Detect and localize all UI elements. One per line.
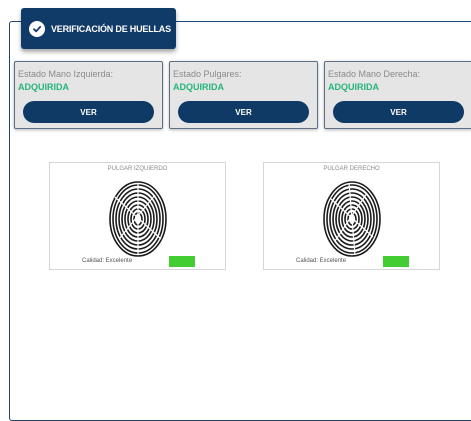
quality-label: Calidad: Excelente	[82, 258, 133, 264]
fingerprint-image	[323, 181, 381, 257]
view-right-hand-button[interactable]: VER	[333, 101, 464, 123]
status-value: ADQUIRIDA	[173, 82, 224, 92]
status-card-thumbs: Estado Pulgares: ADQUIRIDA VER	[169, 61, 318, 129]
status-value: ADQUIRIDA	[328, 82, 379, 92]
quality-indicator-bar	[169, 256, 195, 267]
panel-header-tab: VERIFICACIÓN DE HUELLAS	[21, 8, 176, 49]
status-card-left-hand: Estado Mano Izquierda: ADQUIRIDA VER	[14, 61, 163, 129]
status-label: Estado Pulgares:	[173, 69, 242, 79]
check-circle-icon	[29, 20, 45, 37]
status-value: ADQUIRIDA	[18, 82, 69, 92]
status-label: Estado Mano Derecha:	[328, 69, 421, 79]
quality-indicator-bar	[383, 256, 409, 267]
status-card-right-hand: Estado Mano Derecha: ADQUIRIDA VER	[324, 61, 471, 129]
quality-label: Calidad: Excelente	[296, 258, 347, 264]
right-thumb-card: PULGAR DERECHO Calidad: Excelente	[263, 162, 440, 270]
fingerprint-title: PULGAR DERECHO	[323, 166, 380, 172]
left-thumb-card: PULGAR IZQUIERDO Calidad: Excelente	[49, 162, 226, 270]
fingerprint-image	[109, 181, 167, 257]
view-thumbs-button[interactable]: VER	[178, 101, 309, 123]
view-left-hand-button[interactable]: VER	[23, 101, 154, 123]
fingerprint-title: PULGAR IZQUIERDO	[107, 166, 168, 172]
panel-title: VERIFICACIÓN DE HUELLAS	[51, 23, 171, 34]
status-label: Estado Mano Izquierda:	[18, 69, 114, 79]
